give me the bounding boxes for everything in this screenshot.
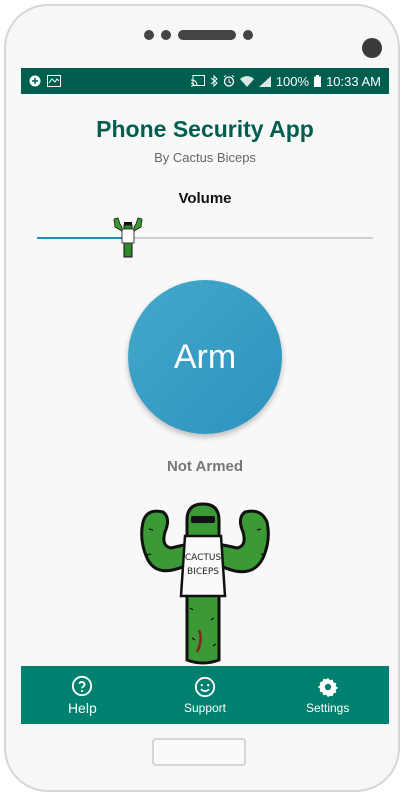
help-icon (72, 675, 93, 696)
battery-icon (314, 75, 322, 87)
nav-help[interactable]: Help (21, 666, 144, 724)
battery-percent: 100% (275, 73, 310, 89)
arm-status-text: Not Armed (166, 458, 244, 475)
status-bar: 100% 10:33 AM (21, 68, 389, 94)
wifi-icon (239, 75, 254, 87)
bottom-navigation: Help Support Settings (21, 666, 389, 724)
clock: 10:33 AM (326, 73, 381, 89)
nav-support[interactable]: Support (144, 666, 267, 724)
cast-icon (190, 75, 205, 87)
shirt-text-line1: CACTUS (185, 553, 222, 563)
front-camera (362, 38, 382, 58)
screen: 100% 10:33 AM Phone Security App By Cact… (21, 68, 389, 724)
cactus-mascot-image: CACTUS BICEPS (140, 502, 270, 665)
home-button[interactable] (152, 738, 246, 766)
smiley-icon (194, 676, 216, 697)
nav-help-label: Help (67, 699, 97, 716)
gear-icon (317, 677, 338, 697)
volume-slider-track[interactable] (37, 237, 373, 239)
app-notification-icon (29, 75, 41, 87)
volume-slider-thumb[interactable] (111, 215, 145, 261)
signal-icon (258, 75, 271, 87)
arm-button[interactable]: Arm (128, 280, 282, 434)
nav-support-label: Support (183, 700, 227, 715)
alarm-icon (223, 75, 235, 87)
activity-icon (47, 75, 61, 87)
page-title: Phone Security App (96, 116, 314, 142)
nav-settings-label: Settings (306, 700, 350, 715)
volume-label: Volume (178, 190, 232, 207)
earpiece (144, 30, 253, 40)
page-subtitle: By Cactus Biceps (154, 150, 256, 165)
bluetooth-icon (210, 75, 218, 87)
arm-button-label: Arm (173, 337, 237, 376)
shirt-text-line2: BICEPS (187, 567, 219, 577)
nav-settings[interactable]: Settings (266, 666, 389, 724)
